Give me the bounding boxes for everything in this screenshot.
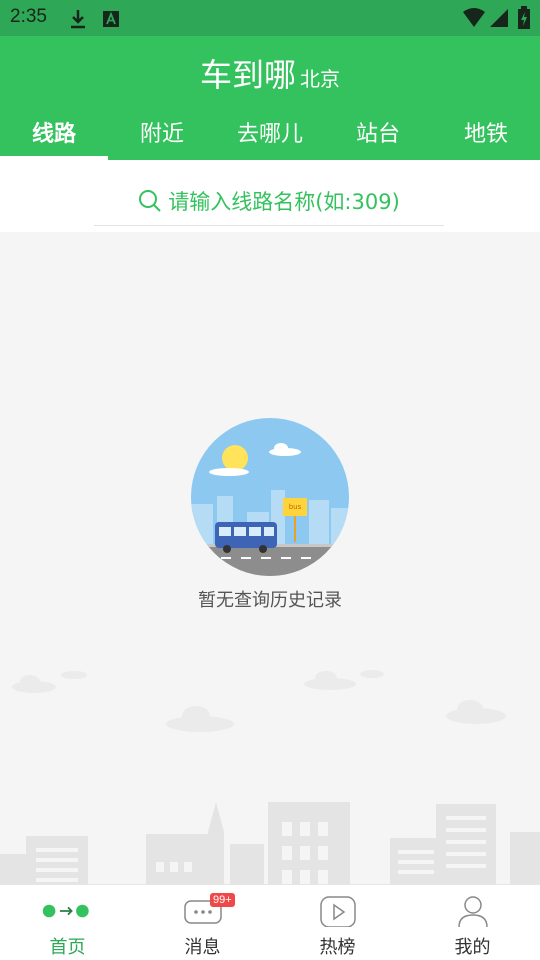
empty-history-message: 暂无查询历史记录 [198, 590, 342, 611]
nav-profile[interactable]: 我的 [405, 885, 540, 960]
app-header: 车到哪 北京 线路 附近 去哪儿 站台 地铁 [0, 36, 540, 160]
home-route-icon [42, 904, 89, 918]
a-icon [103, 11, 119, 27]
status-time: 2:35 [10, 6, 47, 27]
nav-home-label: 首页 [49, 937, 86, 958]
wifi-icon [463, 8, 485, 27]
battery-icon [518, 6, 530, 29]
message-badge: 99+ [210, 893, 235, 907]
bus-sign-text: bus [289, 503, 302, 511]
profile-icon [457, 896, 488, 927]
nav-messages[interactable]: 消息 [135, 885, 270, 960]
download-icon [71, 10, 85, 29]
nav-trending-label: 热榜 [319, 937, 356, 958]
tab-destination[interactable]: 去哪儿 [216, 113, 324, 160]
search-area: 请输入线路名称(如:309) [0, 160, 540, 232]
tab-lines[interactable]: 线路 [0, 113, 108, 160]
search-placeholder: 请输入线路名称(如:309) [168, 190, 400, 214]
signal-icon [490, 9, 508, 27]
status-bar: 2:35 [0, 0, 540, 36]
tab-stations[interactable]: 站台 [324, 113, 432, 160]
nav-home[interactable]: 首页 [0, 885, 135, 960]
tab-subway[interactable]: 地铁 [432, 113, 540, 160]
play-icon [319, 896, 356, 927]
search-icon [139, 190, 161, 212]
empty-history-illustration: bus [191, 418, 349, 576]
tab-nearby[interactable]: 附近 [108, 113, 216, 160]
app-title: 车到哪 北京 [0, 50, 540, 96]
tab-bar: 线路 附近 去哪儿 站台 地铁 [0, 113, 540, 160]
nav-trending[interactable]: 热榜 [270, 885, 405, 960]
city-selector[interactable]: 北京 [300, 67, 340, 91]
nav-profile-label: 我的 [454, 937, 491, 958]
search-input[interactable]: 请输入线路名称(如:309) [94, 182, 444, 226]
bottom-nav: 首页 消息 热榜 我的 99+ [0, 884, 540, 960]
app-title-text: 车到哪 [199, 56, 296, 94]
nav-messages-label: 消息 [184, 937, 221, 958]
history-panel: bus 暂无查询历史记录 [0, 232, 540, 884]
